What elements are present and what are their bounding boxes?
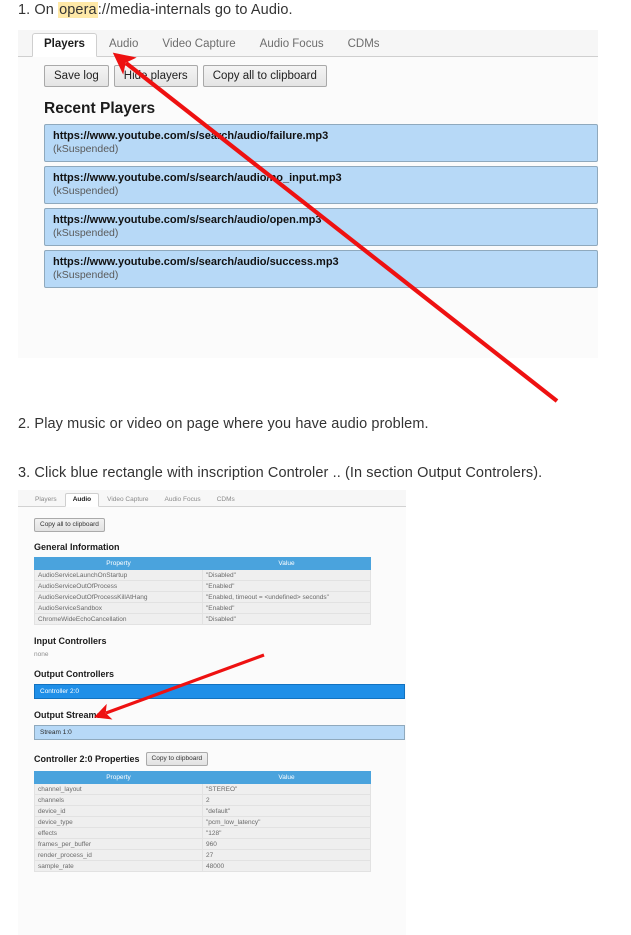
cell-property: device_id xyxy=(34,805,203,818)
copy-all-to-clipboard-button[interactable]: Copy all to clipboard xyxy=(202,65,327,88)
table-header-row: Property Value xyxy=(34,557,371,571)
cell-property: AudioServiceOutOfProcessKillAtHang xyxy=(34,591,203,604)
screenshot-players-tab: Players Audio Video Capture Audio Focus … xyxy=(18,30,598,358)
column-header-property: Property xyxy=(34,771,203,785)
list-item[interactable]: https://www.youtube.com/s/search/audio/s… xyxy=(44,250,598,289)
output-controllers-heading: Output Controllers xyxy=(34,669,114,680)
players-toolbar: Save log Hide players Copy all to clipbo… xyxy=(18,57,598,88)
hide-players-button[interactable]: Hide players xyxy=(113,65,198,88)
cell-property: ChromeWideEchoCancellation xyxy=(34,613,203,626)
player-state: (kSuspended) xyxy=(53,143,119,156)
cell-value: "Disabled" xyxy=(202,613,371,626)
cell-value: "default" xyxy=(202,805,371,818)
audio-tab-body: Copy all to clipboard General Informatio… xyxy=(18,507,406,873)
list-item[interactable]: https://www.youtube.com/s/search/audio/n… xyxy=(44,166,598,205)
instruction-step-3: 3. Click blue rectangle with inscription… xyxy=(18,465,543,481)
general-information-heading: General Information xyxy=(34,542,120,553)
recent-players-heading: Recent Players xyxy=(44,100,156,118)
cell-property: frames_per_buffer xyxy=(34,838,203,851)
output-stream-item[interactable]: Stream 1:0 xyxy=(34,725,405,741)
table-row: AudioServiceOutOfProcess "Enabled" xyxy=(34,580,371,593)
player-state: (kSuspended) xyxy=(53,185,119,198)
cell-property: render_process_id xyxy=(34,849,203,862)
instruction-step-2: 2. Play music or video on page where you… xyxy=(18,416,429,432)
table-row: AudioServiceLaunchOnStartup "Disabled" xyxy=(34,569,371,582)
general-information-table: Property Value AudioServiceLaunchOnStart… xyxy=(34,557,371,626)
column-header-value: Value xyxy=(202,771,371,785)
cell-property: channels xyxy=(34,794,203,807)
table-row: AudioServiceSandbox "Enabled" xyxy=(34,602,371,615)
player-state: (kSuspended) xyxy=(53,227,119,240)
input-controllers-empty-text: none xyxy=(34,651,49,659)
media-internals-tabbar-2: Players Audio Video Capture Audio Focus … xyxy=(18,490,406,507)
cell-property: channel_layout xyxy=(34,783,203,796)
cell-value: "STEREO" xyxy=(202,783,371,796)
cell-value: "128" xyxy=(202,827,371,840)
column-header-value: Value xyxy=(202,557,371,571)
table-row: channels 2 xyxy=(34,794,371,807)
cell-value: "Disabled" xyxy=(202,569,371,582)
list-item[interactable]: https://www.youtube.com/s/search/audio/f… xyxy=(44,124,598,163)
tab-players[interactable]: Players xyxy=(27,493,65,508)
input-controllers-heading: Input Controllers xyxy=(34,636,107,647)
recent-players-list: https://www.youtube.com/s/search/audio/f… xyxy=(44,124,598,289)
cell-value: 48000 xyxy=(202,860,371,873)
controller-properties-heading: Controller 2:0 Properties xyxy=(34,754,140,765)
cell-value: "Enabled" xyxy=(202,602,371,615)
table-row: device_type "pcm_low_latency" xyxy=(34,816,371,829)
table-row: render_process_id 27 xyxy=(34,849,371,862)
table-row: effects "128" xyxy=(34,827,371,840)
cell-property: device_type xyxy=(34,816,203,829)
copy-all-to-clipboard-button[interactable]: Copy all to clipboard xyxy=(34,518,105,533)
player-url: https://www.youtube.com/s/search/audio/s… xyxy=(53,256,339,269)
table-header-row: Property Value xyxy=(34,771,371,785)
controller-properties-header: Controller 2:0 Properties Copy to clipbo… xyxy=(34,752,406,767)
cell-property: AudioServiceOutOfProcess xyxy=(34,580,203,593)
media-internals-tabbar-1: Players Audio Video Capture Audio Focus … xyxy=(18,30,598,57)
screenshot-audio-tab: Players Audio Video Capture Audio Focus … xyxy=(18,490,406,935)
list-item[interactable]: https://www.youtube.com/s/search/audio/o… xyxy=(44,208,598,247)
output-controller-selected-item[interactable]: Controller 2:0 xyxy=(34,684,405,700)
instruction-step-1: 1. On opera://media-internals go to Audi… xyxy=(18,2,293,18)
tab-cdms[interactable]: CDMs xyxy=(209,493,243,508)
step-1-text-before: 1. On xyxy=(18,2,59,18)
controller-properties-table: Property Value channel_layout "STEREO" c… xyxy=(34,771,371,873)
cell-property: AudioServiceSandbox xyxy=(34,602,203,615)
cell-value: "Enabled, timeout = <undefined> seconds" xyxy=(202,591,371,604)
cell-value: "pcm_low_latency" xyxy=(202,816,371,829)
copy-to-clipboard-button[interactable]: Copy to clipboard xyxy=(145,752,209,767)
table-row: frames_per_buffer 960 xyxy=(34,838,371,851)
tab-audio[interactable]: Audio xyxy=(64,492,100,507)
cell-value: 2 xyxy=(202,794,371,807)
player-url: https://www.youtube.com/s/search/audio/f… xyxy=(53,130,329,143)
cell-property: AudioServiceLaunchOnStartup xyxy=(34,569,203,582)
table-row: channel_layout "STEREO" xyxy=(34,783,371,796)
output-streams-heading: Output Streams xyxy=(34,710,102,721)
column-header-property: Property xyxy=(34,557,203,571)
save-log-button[interactable]: Save log xyxy=(44,65,109,88)
cell-value: 27 xyxy=(202,849,371,862)
table-row: AudioServiceOutOfProcessKillAtHang "Enab… xyxy=(34,591,371,604)
step-1-text-after: ://media-internals go to Audio. xyxy=(97,2,293,18)
player-state: (kSuspended) xyxy=(53,269,119,282)
tab-players[interactable]: Players xyxy=(32,32,97,57)
cell-value: 960 xyxy=(202,838,371,851)
tab-video-capture[interactable]: Video Capture xyxy=(150,33,247,58)
table-row: sample_rate 48000 xyxy=(34,860,371,873)
cell-value: "Enabled" xyxy=(202,580,371,593)
table-row: device_id "default" xyxy=(34,805,371,818)
highlighted-term-opera: opera xyxy=(58,2,98,18)
tab-cdms[interactable]: CDMs xyxy=(336,33,392,58)
cell-property: sample_rate xyxy=(34,860,203,873)
tab-audio-focus[interactable]: Audio Focus xyxy=(157,493,209,508)
table-row: ChromeWideEchoCancellation "Disabled" xyxy=(34,613,371,626)
tab-audio-focus[interactable]: Audio Focus xyxy=(248,33,336,58)
player-url: https://www.youtube.com/s/search/audio/n… xyxy=(53,172,342,185)
player-url: https://www.youtube.com/s/search/audio/o… xyxy=(53,214,322,227)
tab-audio[interactable]: Audio xyxy=(97,33,150,58)
tab-video-capture[interactable]: Video Capture xyxy=(99,493,156,508)
cell-property: effects xyxy=(34,827,203,840)
